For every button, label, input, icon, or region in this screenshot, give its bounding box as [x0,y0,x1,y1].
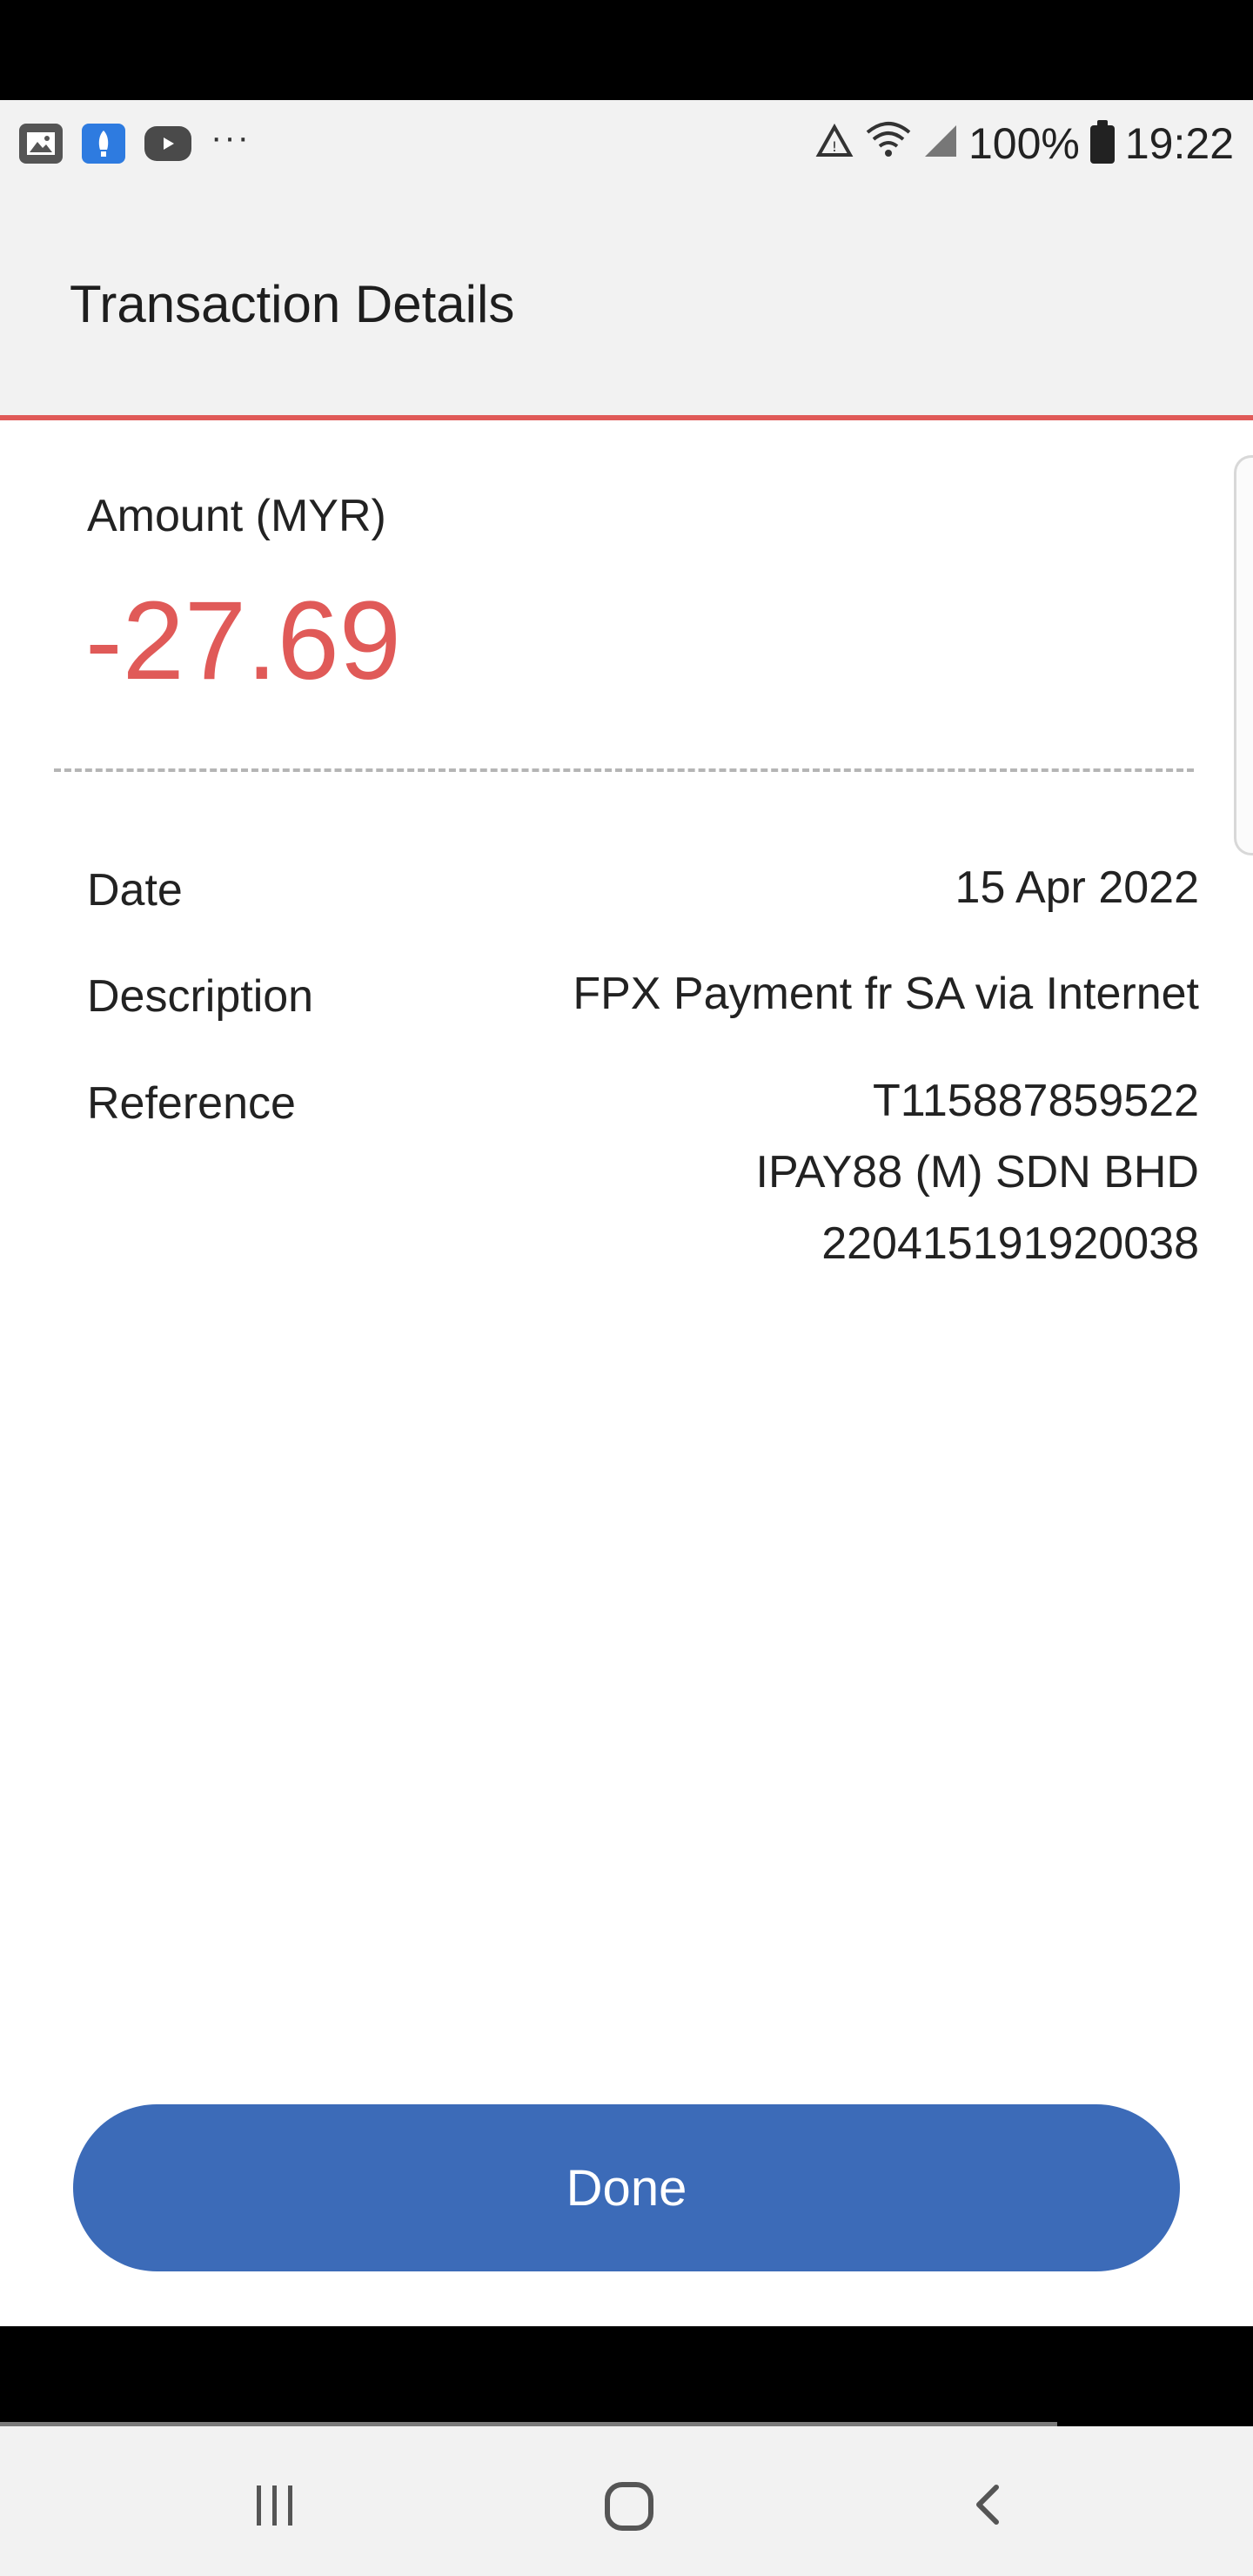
data-saver-icon: ! [815,118,854,169]
date-label: Date [87,865,183,916]
battery-percent: 100% [968,119,1080,168]
reference-line: T115887859522 [873,1076,1199,1126]
scrollbar[interactable] [1234,455,1253,855]
amount-value: -27.69 [85,579,401,703]
dashed-divider [54,768,1194,772]
description-label: Description [87,971,314,1022]
amount-label: Amount (MYR) [87,491,386,541]
reference-value: T115887859522 IPAY88 (M) SDN BHD 2204151… [756,1065,1200,1279]
top-black-bar [0,0,1253,100]
battery-icon [1089,120,1115,164]
bottom-black-bar [0,2326,1253,2425]
app-icon [82,124,125,164]
home-icon[interactable] [605,2482,653,2531]
page-title: Transaction Details [70,275,515,333]
reference-line: IPAY88 (M) SDN BHD [755,1147,1200,1197]
back-icon[interactable] [962,2479,1014,2531]
clock: 19:22 [1124,119,1234,168]
description-value: FPX Payment fr SA via Internet [573,969,1199,1019]
status-bar-system: ! 100% 19:22 [815,119,1234,168]
youtube-icon [144,126,191,161]
app-bar: Transaction Details [0,187,1253,420]
done-button[interactable]: Done [73,2104,1180,2271]
status-bar: ··· ! 100% 19:22 [0,100,1253,187]
navigation-bar [0,2426,1253,2576]
more-notifications-icon: ··· [211,118,251,157]
status-bar-notifications: ··· [19,119,251,168]
svg-text:!: ! [832,138,837,155]
reference-label: Reference [87,1078,296,1129]
date-value: 15 Apr 2022 [955,862,1199,913]
gallery-icon [19,124,63,164]
recent-apps-icon[interactable] [257,2485,292,2526]
signal-icon [923,118,958,169]
transaction-details-panel: Amount (MYR) -27.69 Date 15 Apr 2022 Des… [0,420,1253,2326]
wifi-icon [864,118,913,169]
reference-line: 220415191920038 [821,1218,1199,1269]
